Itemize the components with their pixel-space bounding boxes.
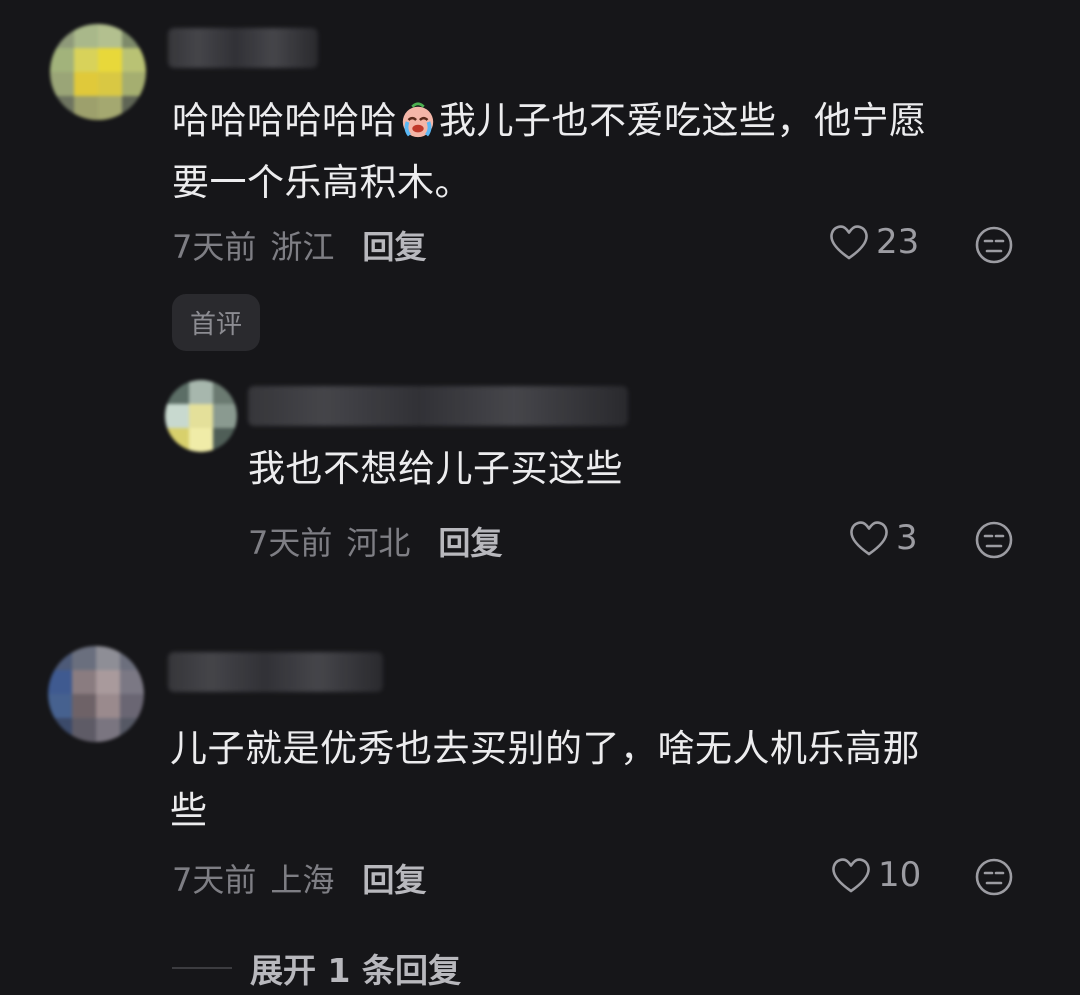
location: 河北 bbox=[346, 524, 411, 562]
like-button[interactable]: 3 bbox=[848, 518, 918, 558]
dislike-face-icon[interactable] bbox=[974, 520, 1014, 560]
comment-text: 我也不想给儿子买这些 bbox=[248, 447, 623, 490]
comment-meta: 7天前 浙江 回复 bbox=[172, 222, 426, 268]
username-blurred[interactable] bbox=[168, 652, 383, 692]
avatar[interactable] bbox=[48, 646, 144, 742]
timestamp: 7天前 bbox=[248, 524, 333, 562]
divider-line bbox=[172, 967, 232, 969]
reply-button[interactable]: 回复 bbox=[438, 518, 502, 564]
avatar[interactable] bbox=[165, 380, 237, 452]
location: 上海 bbox=[270, 861, 335, 899]
heart-icon bbox=[830, 225, 868, 260]
loudly-crying-face-emoji bbox=[402, 102, 434, 138]
username-blurred[interactable] bbox=[168, 28, 318, 68]
comment-meta: 7天前 河北 回复 bbox=[248, 518, 502, 564]
reply-button[interactable]: 回复 bbox=[362, 855, 426, 901]
comment-meta: 7天前 上海 回复 bbox=[172, 855, 426, 901]
heart-icon bbox=[850, 521, 888, 556]
timestamp: 7天前 bbox=[172, 228, 257, 266]
like-button[interactable]: 23 bbox=[828, 222, 919, 262]
dislike-face-icon[interactable] bbox=[974, 225, 1014, 265]
comment-text: 儿子就是优秀也去买别的了，啥无人机乐高那 些 bbox=[170, 727, 920, 832]
like-button[interactable]: 10 bbox=[830, 855, 921, 895]
avatar[interactable] bbox=[50, 24, 146, 120]
reply-button[interactable]: 回复 bbox=[362, 222, 426, 268]
dislike-face-icon[interactable] bbox=[974, 857, 1014, 897]
first-comment-badge: 首评 bbox=[172, 294, 261, 351]
heart-icon bbox=[832, 858, 870, 893]
like-count: 23 bbox=[876, 222, 920, 262]
username-blurred[interactable] bbox=[248, 386, 628, 426]
comment-text: 哈哈哈哈哈哈 我儿子也不爱吃这些，他宁愿 要一个乐高积木。 bbox=[172, 99, 927, 204]
expand-replies-label: 展开 1 条回复 bbox=[250, 951, 461, 990]
like-count: 10 bbox=[878, 855, 922, 895]
expand-replies-button[interactable]: 展开 1 条回复 bbox=[172, 944, 461, 992]
like-count: 3 bbox=[896, 518, 918, 558]
timestamp: 7天前 bbox=[172, 861, 257, 899]
location: 浙江 bbox=[270, 228, 335, 266]
